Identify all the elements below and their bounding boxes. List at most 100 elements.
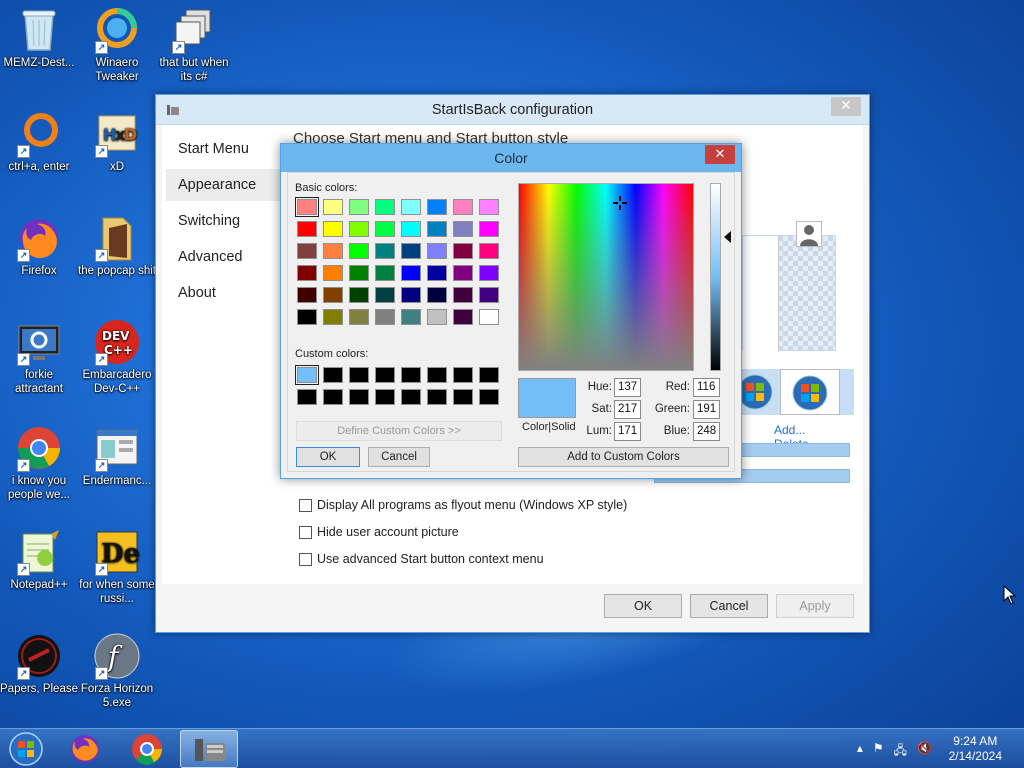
color-swatch[interactable] [297, 243, 317, 259]
show-hidden-icons-icon[interactable]: ▴ [857, 741, 863, 762]
color-swatch[interactable] [375, 221, 395, 237]
add-orb-link[interactable]: Add... [774, 423, 805, 437]
define-custom-colors-button[interactable]: Define Custom Colors >> [296, 421, 502, 441]
desktop-icon[interactable]: HxD ↗ xD [78, 110, 156, 174]
color-swatch[interactable] [479, 221, 499, 237]
nav-item-appearance[interactable]: Appearance [166, 169, 286, 201]
checkbox[interactable] [299, 498, 312, 512]
color-swatch[interactable] [479, 243, 499, 259]
color-swatch[interactable] [349, 309, 369, 325]
desktop-icon[interactable]: MEMZ-Dest... [0, 6, 78, 70]
taskbar-startisback-button[interactable] [180, 730, 238, 768]
nav-item-about[interactable]: About [166, 277, 286, 309]
color-swatch[interactable] [349, 221, 369, 237]
desktop-icon[interactable]: ↗ Papers, Please [0, 632, 78, 696]
color-swatch[interactable] [427, 199, 447, 215]
desktop-icon[interactable]: ↗ ctrl+a, enter [0, 110, 78, 174]
desktop-icon[interactable]: ↗ the popcap shit [78, 214, 156, 278]
color-swatch[interactable] [427, 309, 447, 325]
color-swatch[interactable] [453, 199, 473, 215]
ok-button[interactable]: OK [604, 594, 682, 618]
window-titlebar[interactable]: StartIsBack configuration ✕ [156, 95, 869, 125]
desktop-icon[interactable]: ↗ Firefox [0, 214, 78, 278]
checkbox[interactable] [299, 525, 312, 539]
checkbox[interactable] [299, 552, 312, 566]
checkbox-row[interactable]: Display All programs as flyout menu (Win… [299, 498, 627, 512]
color-swatch[interactable] [375, 243, 395, 259]
color-swatch[interactable] [453, 367, 473, 383]
color-swatch[interactable] [297, 309, 317, 325]
luminosity-slider[interactable] [710, 183, 721, 371]
taskbar-clock[interactable]: 9:24 AM 2/14/2024 [949, 734, 1002, 764]
color-swatch[interactable] [479, 199, 499, 215]
color-swatch[interactable] [453, 309, 473, 325]
color-swatch[interactable] [453, 243, 473, 259]
color-swatch[interactable] [401, 367, 421, 383]
taskbar-firefox-button[interactable] [56, 730, 114, 768]
volume-muted-icon[interactable]: 🔇 [917, 741, 932, 762]
color-swatch[interactable] [349, 287, 369, 303]
close-button[interactable]: ✕ [831, 97, 861, 116]
dialog-cancel-button[interactable]: Cancel [368, 447, 430, 467]
color-swatch[interactable] [323, 389, 343, 405]
lum-field[interactable]: 171 [614, 422, 641, 441]
nav-item-advanced[interactable]: Advanced [166, 241, 286, 273]
nav-item-switching[interactable]: Switching [166, 205, 286, 237]
color-swatch[interactable] [453, 287, 473, 303]
luminosity-arrow-icon[interactable] [724, 231, 731, 243]
dialog-titlebar[interactable]: Color ✕ [281, 144, 741, 172]
color-swatch[interactable] [323, 199, 343, 215]
desktop-icon[interactable]: ↗ i know you people we... [0, 424, 78, 502]
color-swatch[interactable] [427, 221, 447, 237]
color-swatch[interactable] [297, 221, 317, 237]
color-swatch[interactable] [295, 365, 319, 385]
start-button[interactable] [6, 731, 46, 767]
color-swatch[interactable] [323, 221, 343, 237]
color-swatch[interactable] [297, 265, 317, 281]
start-orb-option-selected[interactable] [780, 369, 840, 415]
color-swatch[interactable] [349, 265, 369, 281]
color-swatch[interactable] [427, 367, 447, 383]
desktop-icon[interactable]: ↗ forkie attractant [0, 318, 78, 396]
color-swatch[interactable] [295, 197, 319, 217]
color-swatch[interactable] [401, 389, 421, 405]
color-swatch[interactable] [375, 367, 395, 383]
desktop-icon[interactable]: ↗ Winaero Tweaker [78, 6, 156, 84]
desktop-icon[interactable]: De ↗ for when some russi... [78, 528, 156, 606]
nav-item-start-menu[interactable]: Start Menu [166, 133, 286, 165]
color-swatch[interactable] [479, 287, 499, 303]
color-swatch[interactable] [401, 309, 421, 325]
color-swatch[interactable] [375, 287, 395, 303]
color-swatch[interactable] [349, 199, 369, 215]
color-swatch[interactable] [427, 389, 447, 405]
start-menu-style-preview[interactable] [742, 235, 836, 352]
dialog-close-button[interactable]: ✕ [705, 145, 735, 164]
color-swatch[interactable] [323, 287, 343, 303]
dialog-ok-button[interactable]: OK [296, 447, 360, 467]
color-swatch[interactable] [401, 199, 421, 215]
add-to-custom-colors-button[interactable]: Add to Custom Colors [518, 447, 729, 467]
color-swatch[interactable] [349, 367, 369, 383]
color-swatch[interactable] [401, 243, 421, 259]
desktop-icon[interactable]: f ↗ Forza Horizon 5.exe [78, 632, 156, 710]
color-spectrum[interactable] [518, 183, 694, 371]
desktop-icon[interactable]: DEV C++ ↗ Embarcadero Dev-C++ [78, 318, 156, 396]
color-swatch[interactable] [323, 367, 343, 383]
color-swatch[interactable] [375, 389, 395, 405]
color-swatch[interactable] [427, 265, 447, 281]
checkbox-row[interactable]: Hide user account picture [299, 525, 459, 539]
desktop-icon[interactable]: ↗ Notepad++ [0, 528, 78, 592]
color-swatch[interactable] [479, 389, 499, 405]
color-swatch[interactable] [401, 265, 421, 281]
color-swatch[interactable] [453, 221, 473, 237]
color-swatch[interactable] [427, 287, 447, 303]
hue-field[interactable]: 137 [614, 378, 641, 397]
color-swatch[interactable] [453, 265, 473, 281]
color-swatch[interactable] [479, 309, 499, 325]
desktop-icon[interactable]: ↗ Endermanc... [78, 424, 156, 488]
color-swatch[interactable] [453, 389, 473, 405]
color-swatch[interactable] [401, 287, 421, 303]
color-swatch[interactable] [427, 243, 447, 259]
checkbox-row[interactable]: Use advanced Start button context menu [299, 552, 544, 566]
color-swatch[interactable] [349, 389, 369, 405]
